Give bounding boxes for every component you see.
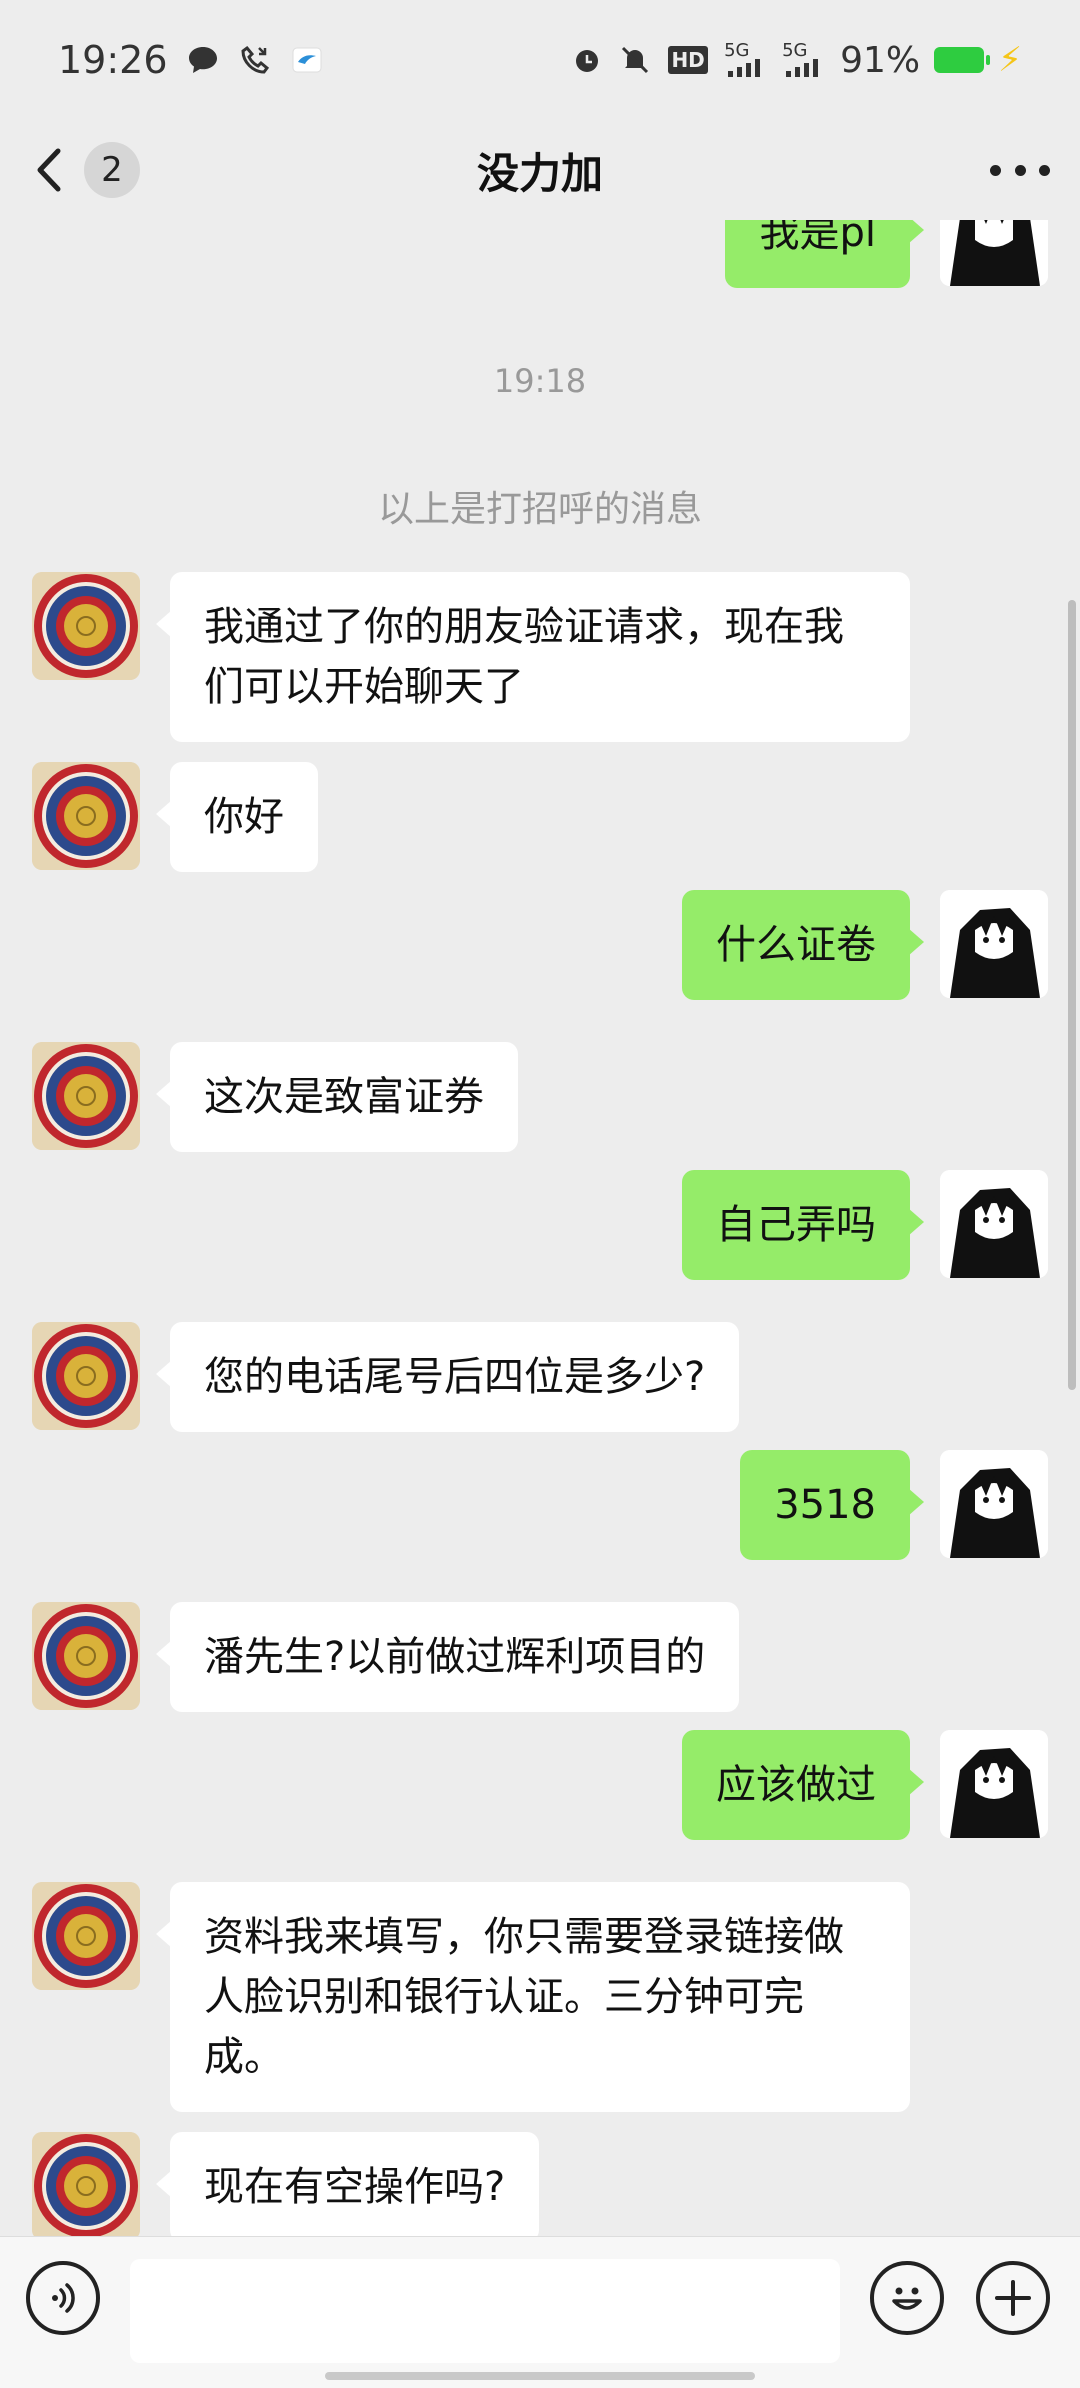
missed-call-icon [238, 43, 272, 77]
more-dot [1014, 164, 1026, 176]
message-left[interactable]: 您的电话尾号后四位是多少? [32, 1322, 740, 1432]
voice-icon [52, 2283, 75, 2313]
message-left[interactable]: 现在有空操作吗? [32, 2132, 540, 2236]
chat-header: 2 没力加 [0, 120, 1080, 220]
more-dots-icon [990, 164, 1001, 176]
home-indicator[interactable] [325, 2372, 755, 2380]
signal-5g-icon: 5G [724, 40, 768, 77]
status-left-icons [186, 43, 324, 77]
status-right-icons: HD 5G 5G 91% ⚡ [570, 40, 1022, 81]
contact-avatar[interactable] [32, 1322, 140, 1430]
signal2-label: 5G [782, 40, 808, 61]
status-bar: 19:26 HD 5G 5G 91% ⚡ [0, 0, 1080, 120]
message-left[interactable]: 我通过了你的朋友验证请求，现在我们可以开始聊天了 [32, 572, 910, 742]
battery-percent: 91% [840, 39, 921, 81]
more-dot [1039, 164, 1050, 176]
more-options-button[interactable] [990, 150, 1050, 190]
hd-icon: HD [666, 43, 710, 77]
message-right[interactable]: 应该做过 [682, 1730, 1048, 1840]
message-bubble[interactable]: 3518 [740, 1450, 924, 1560]
message-bubble[interactable]: 现在有空操作吗? [155, 2132, 540, 2236]
contact-avatar[interactable] [32, 2132, 140, 2236]
self-avatar[interactable] [940, 1730, 1048, 1838]
message-bubble[interactable]: 资料我来填写，你只需要登录链接做人脸识别和银行认证。三分钟可完成。 [156, 1882, 910, 2112]
hd-label: HD [668, 46, 708, 74]
scrollbar[interactable] [1068, 600, 1076, 1390]
message-bubble[interactable]: 什么证卷 [682, 890, 924, 1000]
back-button[interactable]: 2 [30, 142, 140, 198]
contact-avatar[interactable] [32, 1042, 140, 1150]
unread-count-badge: 2 [84, 142, 140, 198]
plus-button[interactable] [976, 2261, 1050, 2335]
charging-bolt-icon: ⚡ [998, 40, 1022, 80]
message-left[interactable]: 这次是致富证券 [32, 1042, 518, 1152]
signal-5g-icon: 5G [782, 40, 826, 77]
message-left[interactable]: 资料我来填写，你只需要登录链接做人脸识别和银行认证。三分钟可完成。 [32, 1882, 910, 2112]
alarm-icon [570, 43, 604, 77]
message-bubble[interactable]: 应该做过 [682, 1730, 924, 1840]
contact-avatar[interactable] [32, 1882, 140, 1990]
message-bubble[interactable]: 自己弄吗 [682, 1170, 924, 1280]
self-avatar[interactable] [940, 1170, 1048, 1278]
self-avatar[interactable] [940, 1450, 1048, 1558]
contact-avatar[interactable] [32, 572, 140, 680]
message-timestamp: 19:18 [493, 362, 587, 400]
signal1-label: 5G [724, 40, 750, 61]
status-time: 19:26 [58, 38, 168, 82]
message-bubble[interactable]: 我是pl [725, 220, 924, 288]
greeting-note: 以上是打招呼的消息 [377, 489, 702, 530]
message-bubble[interactable]: 您的电话尾号后四位是多少? [155, 1322, 740, 1432]
message-right[interactable]: 什么证卷 [682, 890, 1048, 1000]
self-avatar[interactable] [940, 890, 1048, 998]
message-input[interactable] [130, 2259, 840, 2363]
message-list[interactable]: 我是pl 19:18 以上是打招呼的消息 我通过了你的朋友验证请求，现在我们可以… [0, 220, 1080, 2236]
mute-icon [618, 43, 652, 77]
plus-icon [995, 2280, 1031, 2316]
message-left[interactable]: 你好 [32, 762, 318, 872]
message-bubble[interactable]: 这次是致富证券 [156, 1042, 518, 1152]
message-right[interactable]: 3518 [740, 1450, 1048, 1560]
message-bubble[interactable]: 你好 [156, 762, 318, 872]
input-bar [0, 2236, 1080, 2388]
chat-bubble-icon [186, 43, 220, 77]
battery-icon [934, 47, 991, 73]
message-left[interactable]: 潘先生?以前做过辉利项目的 [32, 1602, 740, 1712]
chat-title: 没力加 [476, 148, 603, 198]
emoji-icon [892, 2287, 922, 2310]
self-avatar[interactable] [940, 220, 1048, 286]
message-bubble[interactable]: 我通过了你的朋友验证请求，现在我们可以开始聊天了 [156, 572, 910, 742]
chevron-left-icon [37, 148, 61, 192]
message-bubble[interactable]: 潘先生?以前做过辉利项目的 [155, 1602, 740, 1712]
contact-avatar[interactable] [32, 762, 140, 870]
message-right[interactable]: 自己弄吗 [682, 1170, 1048, 1280]
app-notification-icon [290, 43, 324, 77]
voice-button[interactable] [26, 2261, 100, 2335]
emoji-button[interactable] [870, 2261, 944, 2335]
contact-avatar[interactable] [32, 1602, 140, 1710]
message-right[interactable]: 我是pl [725, 220, 1048, 288]
